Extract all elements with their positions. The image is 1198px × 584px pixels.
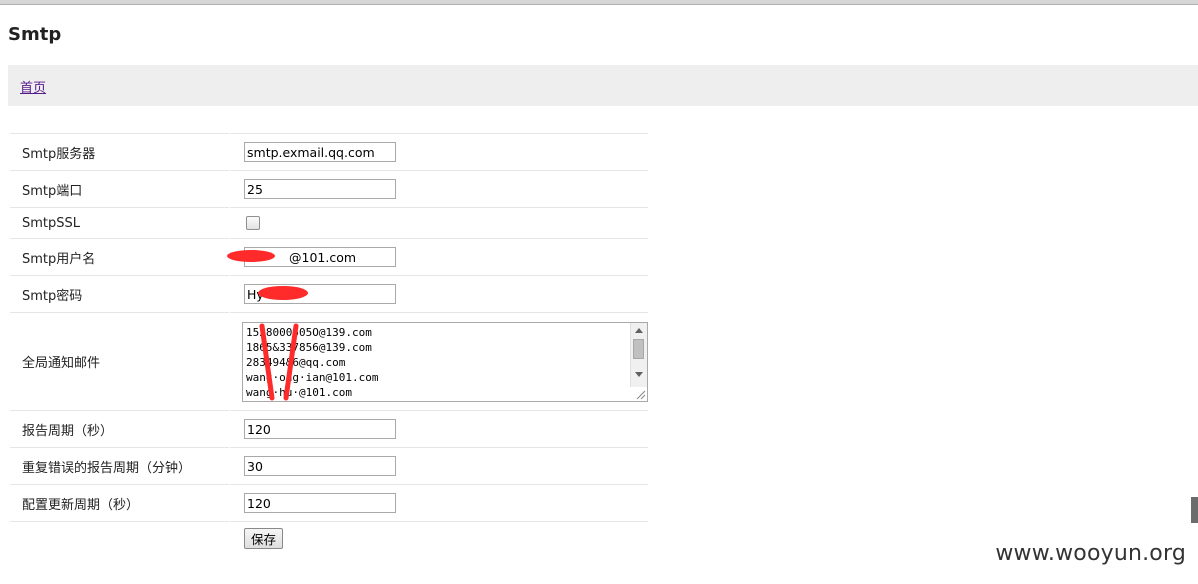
- form-row-actions: 保存: [10, 521, 648, 556]
- config-update-period-input[interactable]: [244, 493, 396, 513]
- page-title: Smtp: [8, 24, 62, 45]
- notify-emails-text: 1528000505O@139.com 1865&337856@139.com …: [246, 325, 379, 399]
- side-feedback-tab[interactable]: [1191, 497, 1198, 523]
- save-button[interactable]: 保存: [244, 528, 284, 550]
- smtp-ssl-checkbox[interactable]: [246, 216, 260, 230]
- smtp-settings-form: Smtp服务器 Smtp端口 SmtpSSL Smtp用户名 Smtp密码 全局…: [10, 133, 648, 556]
- window-top-border: [0, 0, 1198, 5]
- breadcrumb-bar: 首页: [8, 65, 1198, 106]
- smtp-server-label: Smtp服务器: [10, 133, 230, 171]
- watermark: www.wooyun.org: [995, 541, 1186, 566]
- form-row-smtp-ssl: SmtpSSL: [10, 207, 648, 239]
- form-row-smtp-server: Smtp服务器: [10, 133, 648, 171]
- form-row-config-update-period: 配置更新周期（秒）: [10, 484, 648, 522]
- notify-emails-label: 全局通知邮件: [10, 312, 230, 411]
- smtp-ssl-label: SmtpSSL: [10, 207, 230, 239]
- repeat-error-period-input[interactable]: [244, 456, 396, 476]
- smtp-port-label: Smtp端口: [10, 170, 230, 208]
- smtp-password-label: Smtp密码: [10, 275, 230, 313]
- report-period-input[interactable]: [244, 419, 396, 439]
- form-row-smtp-port: Smtp端口: [10, 170, 648, 208]
- scroll-thumb[interactable]: [633, 338, 644, 359]
- smtp-password-input[interactable]: [244, 284, 396, 304]
- form-row-repeat-error-period: 重复错误的报告周期（分钟）: [10, 447, 648, 485]
- smtp-username-label: Smtp用户名: [10, 238, 230, 276]
- textarea-scrollbar[interactable]: [630, 322, 647, 387]
- smtp-username-input[interactable]: [244, 247, 396, 267]
- form-row-smtp-password: Smtp密码: [10, 275, 648, 313]
- smtp-port-input[interactable]: [244, 179, 396, 199]
- repeat-error-period-label: 重复错误的报告周期（分钟）: [10, 447, 230, 485]
- form-row-report-period: 报告周期（秒）: [10, 410, 648, 448]
- form-row-notify-emails: 全局通知邮件 1528000505O@139.com 1865&337856@1…: [10, 312, 648, 411]
- config-update-period-label: 配置更新周期（秒）: [10, 484, 230, 522]
- form-row-smtp-username: Smtp用户名: [10, 238, 648, 276]
- scroll-up-arrow-icon[interactable]: [635, 327, 643, 333]
- resize-grip-icon[interactable]: [634, 388, 646, 400]
- report-period-label: 报告周期（秒）: [10, 410, 230, 448]
- home-link[interactable]: 首页: [20, 77, 46, 96]
- smtp-server-input[interactable]: [244, 142, 396, 162]
- notify-emails-textarea[interactable]: 1528000505O@139.com 1865&337856@139.com …: [242, 321, 648, 402]
- scroll-down-arrow-icon[interactable]: [635, 371, 643, 377]
